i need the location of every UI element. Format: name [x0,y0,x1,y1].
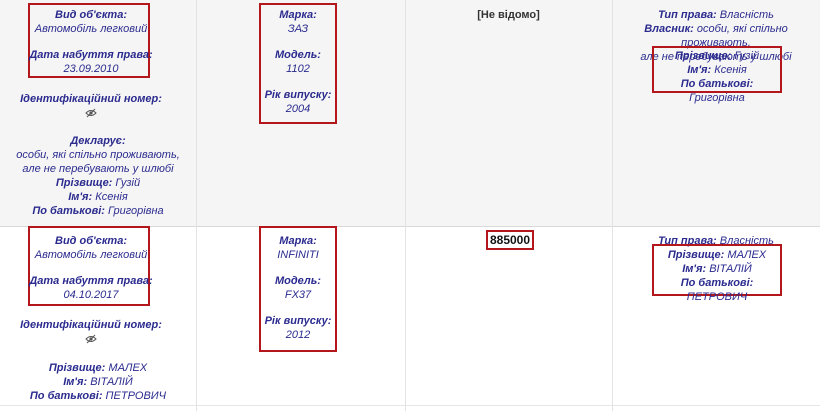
declarant-label: Декларує: [70,135,126,147]
surname-label: Прізвище: [667,249,725,261]
acquired-date-label: Дата набуття права: [29,275,153,287]
declarant-value: особи, які спільно проживають, але не пе… [16,149,180,175]
year-label: Рік випуску: [264,315,332,327]
right-type-label: Тип права: [658,9,717,21]
name-value: Ксенія [714,64,747,76]
model-info: Марка: INFINITI Модель: FX37 Рік випуску… [259,234,337,342]
patronymic-label: По батькові: [29,390,103,402]
owner-label: Власник: [644,23,694,35]
model-info: Марка: ЗАЗ Модель: 1102 Рік випуску: 200… [259,8,337,116]
year-value: 2004 [285,103,311,115]
acquired-date-value: 23.09.2010 [63,63,119,75]
column-divider [405,0,406,411]
right-type-value: Власність [719,9,774,21]
id-number-label: Ідентифікаційний номер: [20,93,162,105]
declarant-info: Декларує: особи, які спільно проживають,… [0,134,196,218]
patronymic-value: ПЕТРОВИЧ [105,390,167,402]
owner-person: Прізвище: Гузій Ім'я: Ксенія По батькові… [652,49,782,105]
patronymic-value: Григорівна [108,205,164,217]
column-divider [196,0,197,411]
name-label: Ім'я: [687,64,712,76]
acquired-date-label: Дата набуття права: [29,49,153,61]
object-type-label: Вид об'єкта: [55,235,127,247]
brand-label: Марка: [279,235,317,247]
owner-person: Прізвище: МАЛЕХ Ім'я: ВІТАЛІЙ По батьков… [652,248,782,304]
cost-cell: 885000 [486,233,534,248]
eye-crossed-icon[interactable] [0,108,182,122]
object-type-value: Автомобіль легковий [34,249,148,261]
table-bottom-border [0,405,820,406]
brand-value: INFINITI [277,249,319,261]
brand-value: ЗАЗ [287,23,309,35]
surname-label: Прізвище: [48,362,106,374]
surname-value: МАЛЕХ [108,362,148,374]
surname-value: МАЛЕХ [727,249,767,261]
object-type-value: Автомобіль легковий [34,23,148,35]
surname-value: Гузій [115,177,141,189]
patronymic-label: По батькові: [32,205,105,217]
vehicles-table: Вид об'єкта: Автомобіль легковий Дата на… [0,0,820,411]
cost-value: [Не відомо] [477,9,540,21]
patronymic-value: Григорівна [689,92,745,104]
object-type-label: Вид об'єкта: [55,9,127,21]
name-value: ВІТАЛІЙ [709,263,752,275]
vehicle-info: Вид об'єкта: Автомобіль легковий Дата на… [0,8,182,76]
name-label: Ім'я: [682,263,707,275]
name-label: Ім'я: [68,191,93,203]
surname-label: Прізвище: [55,177,113,189]
declarant-info: Прізвище: МАЛЕХ Ім'я: ВІТАЛІЙ По батьков… [0,361,196,403]
brand-label: Марка: [279,9,317,21]
id-number-label: Ідентифікаційний номер: [20,319,162,331]
name-value: Ксенія [95,191,128,203]
eye-crossed-icon[interactable] [0,334,182,348]
surname-label: Прізвище: [674,50,732,62]
id-number: Ідентифікаційний номер: [0,92,182,122]
model-value: FX37 [284,289,312,301]
patronymic-label: По батькові: [680,78,754,90]
year-label: Рік випуску: [264,89,332,101]
model-value: 1102 [286,63,310,75]
patronymic-value: ПЕТРОВИЧ [686,291,748,303]
cost-value: 885000 [489,233,531,247]
name-label: Ім'я: [63,376,88,388]
cost-cell: [Не відомо] [405,8,612,22]
acquired-date-value: 04.10.2017 [63,289,119,301]
year-value: 2012 [285,329,311,341]
surname-value: Гузій [734,50,760,62]
model-label: Модель: [275,275,321,287]
model-label: Модель: [275,49,321,61]
id-number: Ідентифікаційний номер: [0,318,182,348]
vehicle-info: Вид об'єкта: Автомобіль легковий Дата на… [0,234,182,302]
patronymic-label: По батькові: [680,277,754,289]
name-value: ВІТАЛІЙ [90,376,133,388]
